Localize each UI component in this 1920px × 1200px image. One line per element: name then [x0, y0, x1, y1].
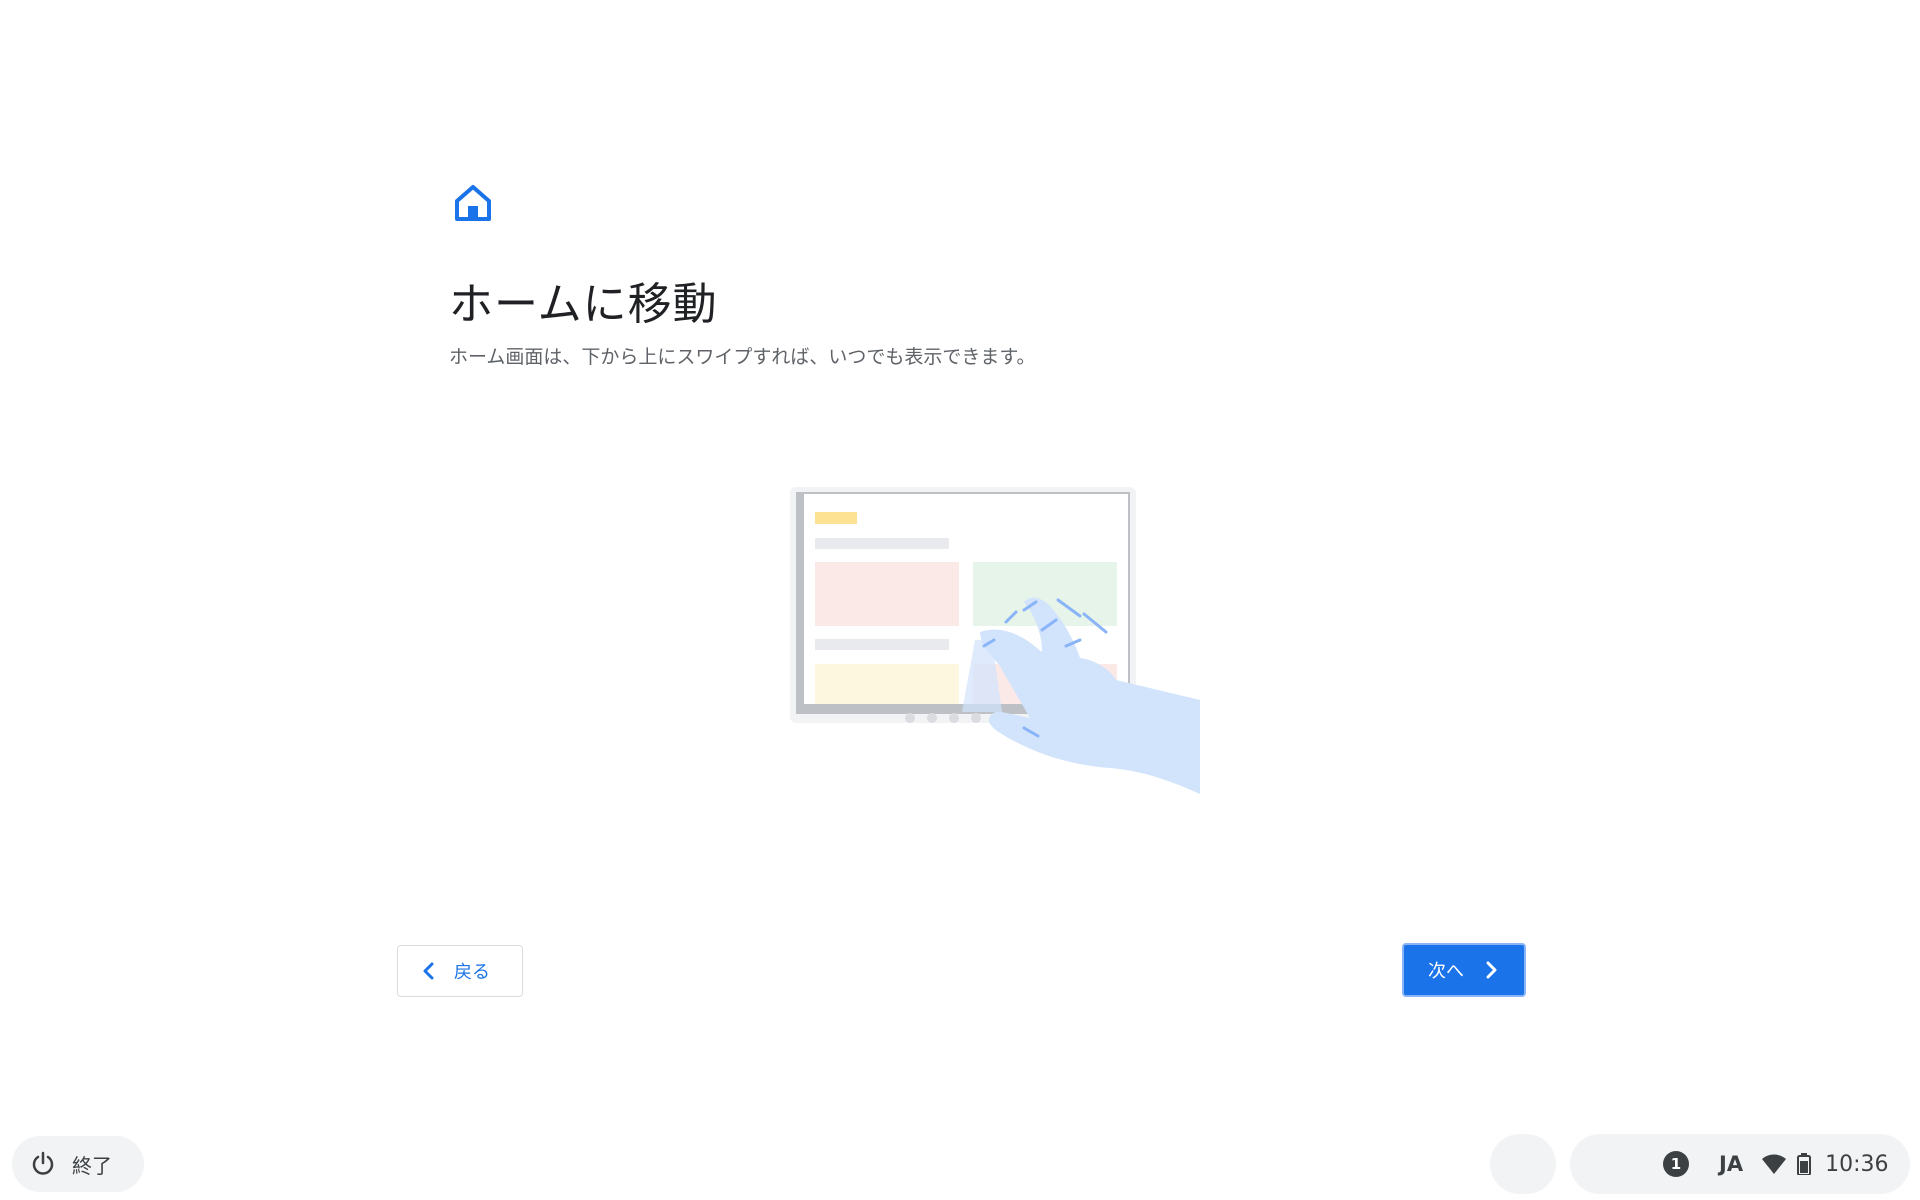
page-subtitle: ホーム画面は、下から上にスワイプすれば、いつでも表示できます。 — [449, 346, 1036, 368]
page-title: ホームに移動 — [449, 279, 718, 330]
clock[interactable]: 10:36 — [1825, 1152, 1888, 1177]
wifi-icon — [1762, 1154, 1787, 1174]
status-tray[interactable]: 1 JA 10:36 — [1570, 1134, 1910, 1194]
power-icon — [32, 1151, 54, 1175]
back-button-label: 戻る — [454, 962, 490, 983]
next-button[interactable]: 次へ — [1402, 943, 1526, 997]
home-icon — [455, 185, 491, 221]
chevron-left-icon — [423, 962, 434, 980]
battery-icon — [1797, 1153, 1812, 1175]
tablet-swipe-up-illustration — [790, 487, 1200, 794]
ime-indicator[interactable]: JA — [1719, 1152, 1743, 1176]
oobe-gesture-screen: ホームに移動 ホーム画面は、下から上にスワイプすれば、いつでも表示できます。 戻… — [0, 0, 1920, 1200]
shelf-blank-button[interactable] — [1490, 1134, 1556, 1194]
shutdown-label: 終了 — [72, 1153, 112, 1178]
shutdown-button[interactable]: 終了 — [12, 1136, 144, 1192]
next-button-label: 次へ — [1428, 961, 1464, 982]
chevron-right-icon — [1486, 961, 1497, 979]
notification-count-badge[interactable]: 1 — [1663, 1151, 1689, 1177]
back-button[interactable]: 戻る — [397, 945, 523, 997]
